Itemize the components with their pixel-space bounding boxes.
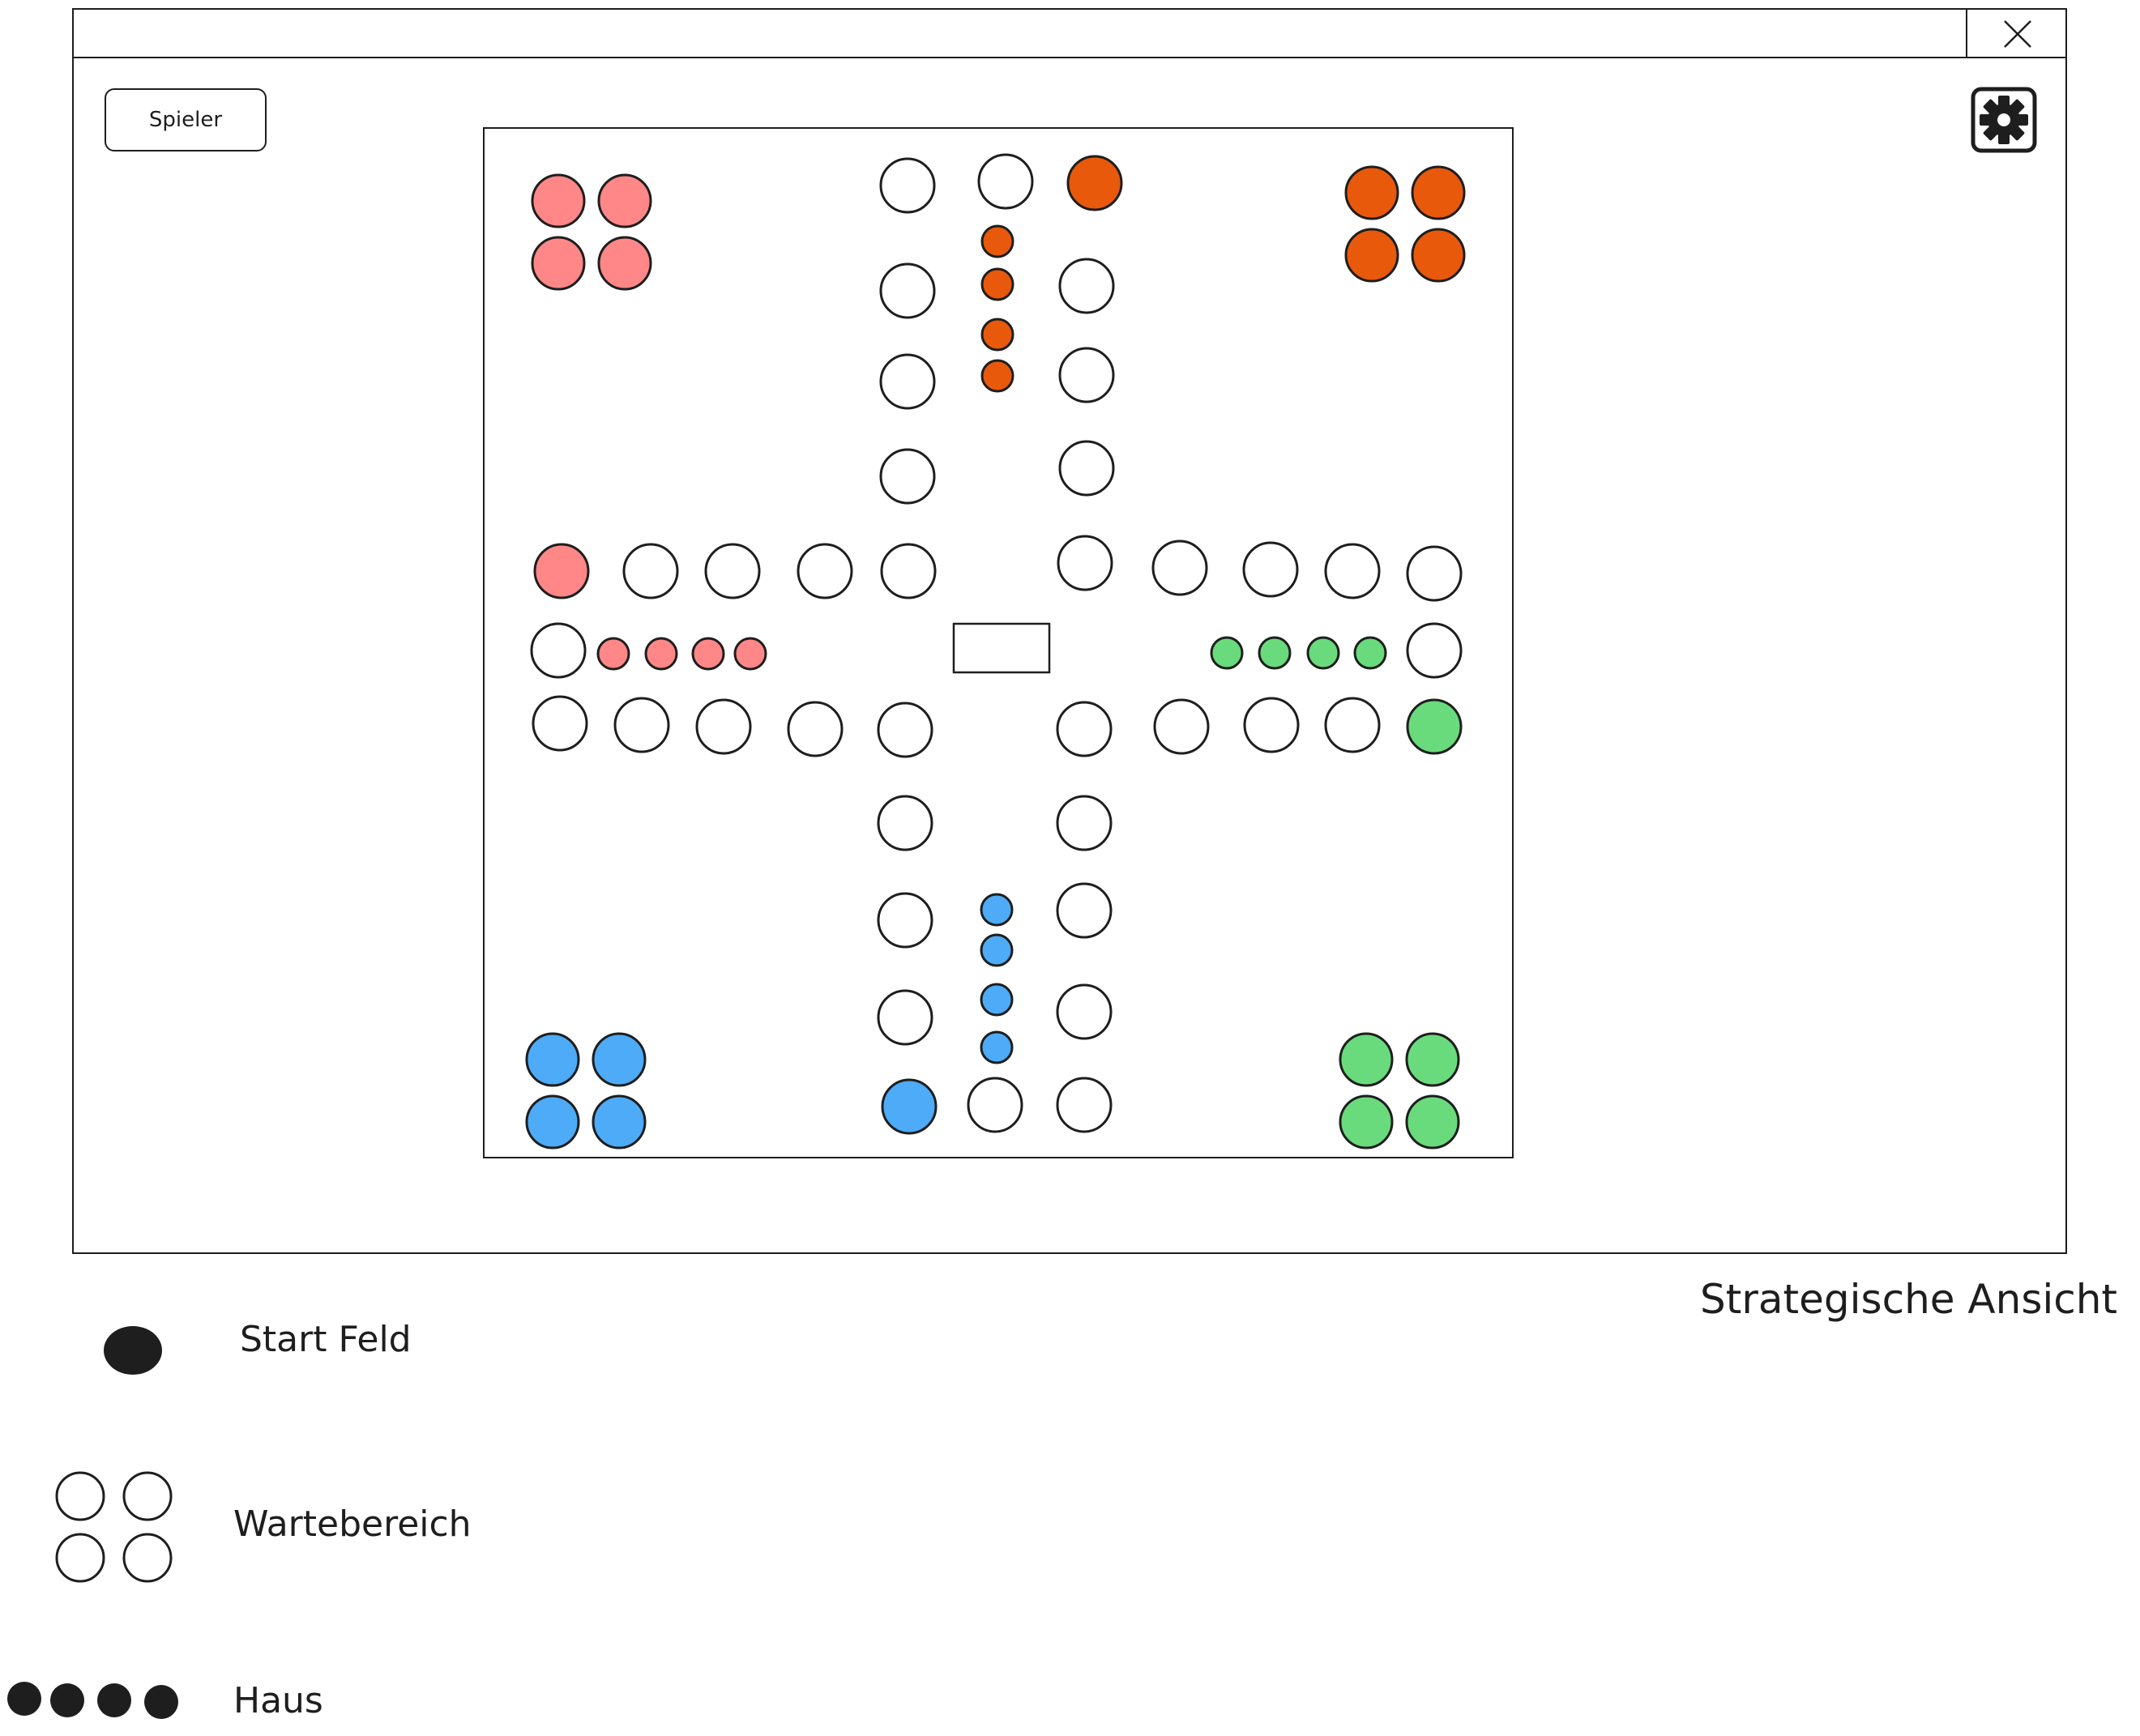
waiting-field-red[interactable] bbox=[597, 236, 652, 291]
legend-symbols bbox=[7, 1326, 178, 1719]
waiting-field-blue[interactable] bbox=[592, 1094, 647, 1150]
house-field-orange[interactable] bbox=[980, 318, 1014, 352]
house-field-red[interactable] bbox=[733, 637, 767, 671]
house-field-orange[interactable] bbox=[980, 267, 1014, 301]
track-field[interactable] bbox=[1056, 882, 1113, 939]
house-field-blue[interactable] bbox=[980, 983, 1014, 1017]
waiting-field-orange[interactable] bbox=[1344, 165, 1399, 220]
waiting-field-green[interactable] bbox=[1405, 1032, 1460, 1087]
track-field[interactable] bbox=[877, 795, 933, 851]
track-field[interactable] bbox=[1151, 540, 1208, 596]
house-field-red[interactable] bbox=[644, 637, 678, 671]
track-field[interactable] bbox=[1406, 545, 1463, 602]
legend-waiting-symbol bbox=[55, 1471, 173, 1583]
track-field[interactable] bbox=[704, 543, 761, 599]
house-field-blue[interactable] bbox=[980, 893, 1014, 927]
track-field[interactable] bbox=[797, 543, 853, 599]
track-field[interactable] bbox=[877, 989, 933, 1046]
track-field[interactable] bbox=[967, 1077, 1023, 1133]
start-field-blue[interactable] bbox=[881, 1078, 938, 1135]
legend-house-label: Haus bbox=[233, 1680, 323, 1721]
track-field[interactable] bbox=[1324, 697, 1381, 753]
legend-start-symbol bbox=[104, 1326, 162, 1375]
gear-icon bbox=[1971, 87, 2037, 153]
waiting-field-red[interactable] bbox=[597, 173, 652, 228]
track-field[interactable] bbox=[977, 153, 1034, 210]
track-field[interactable] bbox=[1058, 440, 1115, 497]
track-field[interactable] bbox=[530, 622, 587, 679]
dice-field[interactable] bbox=[952, 622, 1051, 674]
house-field-red[interactable] bbox=[691, 637, 725, 671]
player-button[interactable]: Spieler bbox=[105, 88, 267, 151]
legend-start-label: Start Feld bbox=[240, 1319, 412, 1360]
waiting-field-green[interactable] bbox=[1339, 1094, 1394, 1150]
settings-button[interactable] bbox=[1971, 87, 2037, 153]
track-field[interactable] bbox=[532, 695, 588, 752]
waiting-field-blue[interactable] bbox=[525, 1094, 580, 1150]
house-field-green[interactable] bbox=[1258, 636, 1292, 670]
start-field-red[interactable] bbox=[533, 543, 590, 599]
legend-waiting-label: Wartebereich bbox=[233, 1504, 472, 1545]
track-field[interactable] bbox=[1056, 1077, 1113, 1133]
board-canvas bbox=[525, 153, 1466, 1150]
waiting-field-blue[interactable] bbox=[525, 1032, 580, 1087]
track-field[interactable] bbox=[880, 543, 937, 599]
track-field[interactable] bbox=[695, 698, 752, 755]
track-field[interactable] bbox=[1056, 701, 1113, 757]
house-field-green[interactable] bbox=[1210, 636, 1244, 670]
track-field[interactable] bbox=[879, 353, 936, 410]
track-field[interactable] bbox=[1057, 535, 1113, 591]
track-field[interactable] bbox=[877, 702, 933, 758]
legend-house-symbol bbox=[7, 1682, 178, 1719]
waiting-field-orange[interactable] bbox=[1344, 228, 1399, 283]
view-title: Strategische Ansicht bbox=[1700, 1276, 2118, 1323]
waiting-field-orange[interactable] bbox=[1411, 228, 1466, 283]
track-field[interactable] bbox=[1056, 795, 1113, 851]
track-field[interactable] bbox=[1153, 698, 1210, 755]
track-field[interactable] bbox=[1243, 697, 1300, 753]
start-field-green[interactable] bbox=[1406, 698, 1463, 755]
track-field[interactable] bbox=[787, 701, 844, 757]
track-field[interactable] bbox=[877, 892, 933, 949]
track-field[interactable] bbox=[879, 157, 936, 214]
waiting-field-green[interactable] bbox=[1405, 1094, 1460, 1150]
track-field[interactable] bbox=[1242, 541, 1299, 598]
house-field-red[interactable] bbox=[596, 637, 630, 671]
waiting-field-green[interactable] bbox=[1339, 1032, 1394, 1087]
title-bar bbox=[74, 10, 2065, 58]
close-button[interactable] bbox=[1966, 10, 2065, 57]
house-field-blue[interactable] bbox=[980, 933, 1014, 967]
waiting-field-red[interactable] bbox=[531, 236, 586, 291]
track-field[interactable] bbox=[1324, 543, 1381, 599]
waiting-field-red[interactable] bbox=[531, 173, 586, 228]
house-field-orange[interactable] bbox=[980, 359, 1014, 393]
track-field[interactable] bbox=[622, 543, 679, 599]
track-field[interactable] bbox=[1406, 622, 1463, 679]
game-board bbox=[483, 127, 1514, 1158]
track-field[interactable] bbox=[1056, 983, 1113, 1040]
house-field-blue[interactable] bbox=[980, 1030, 1014, 1064]
track-field[interactable] bbox=[879, 262, 936, 319]
track-field[interactable] bbox=[879, 448, 936, 505]
close-icon bbox=[2004, 20, 2031, 48]
waiting-field-blue[interactable] bbox=[592, 1032, 647, 1087]
waiting-field-orange[interactable] bbox=[1411, 165, 1466, 220]
house-field-green[interactable] bbox=[1353, 636, 1387, 670]
house-field-orange[interactable] bbox=[980, 224, 1014, 258]
track-field[interactable] bbox=[1058, 258, 1115, 314]
house-field-green[interactable] bbox=[1306, 636, 1340, 670]
start-field-orange[interactable] bbox=[1066, 155, 1123, 211]
track-field[interactable] bbox=[1058, 347, 1115, 403]
track-field[interactable] bbox=[613, 697, 670, 753]
